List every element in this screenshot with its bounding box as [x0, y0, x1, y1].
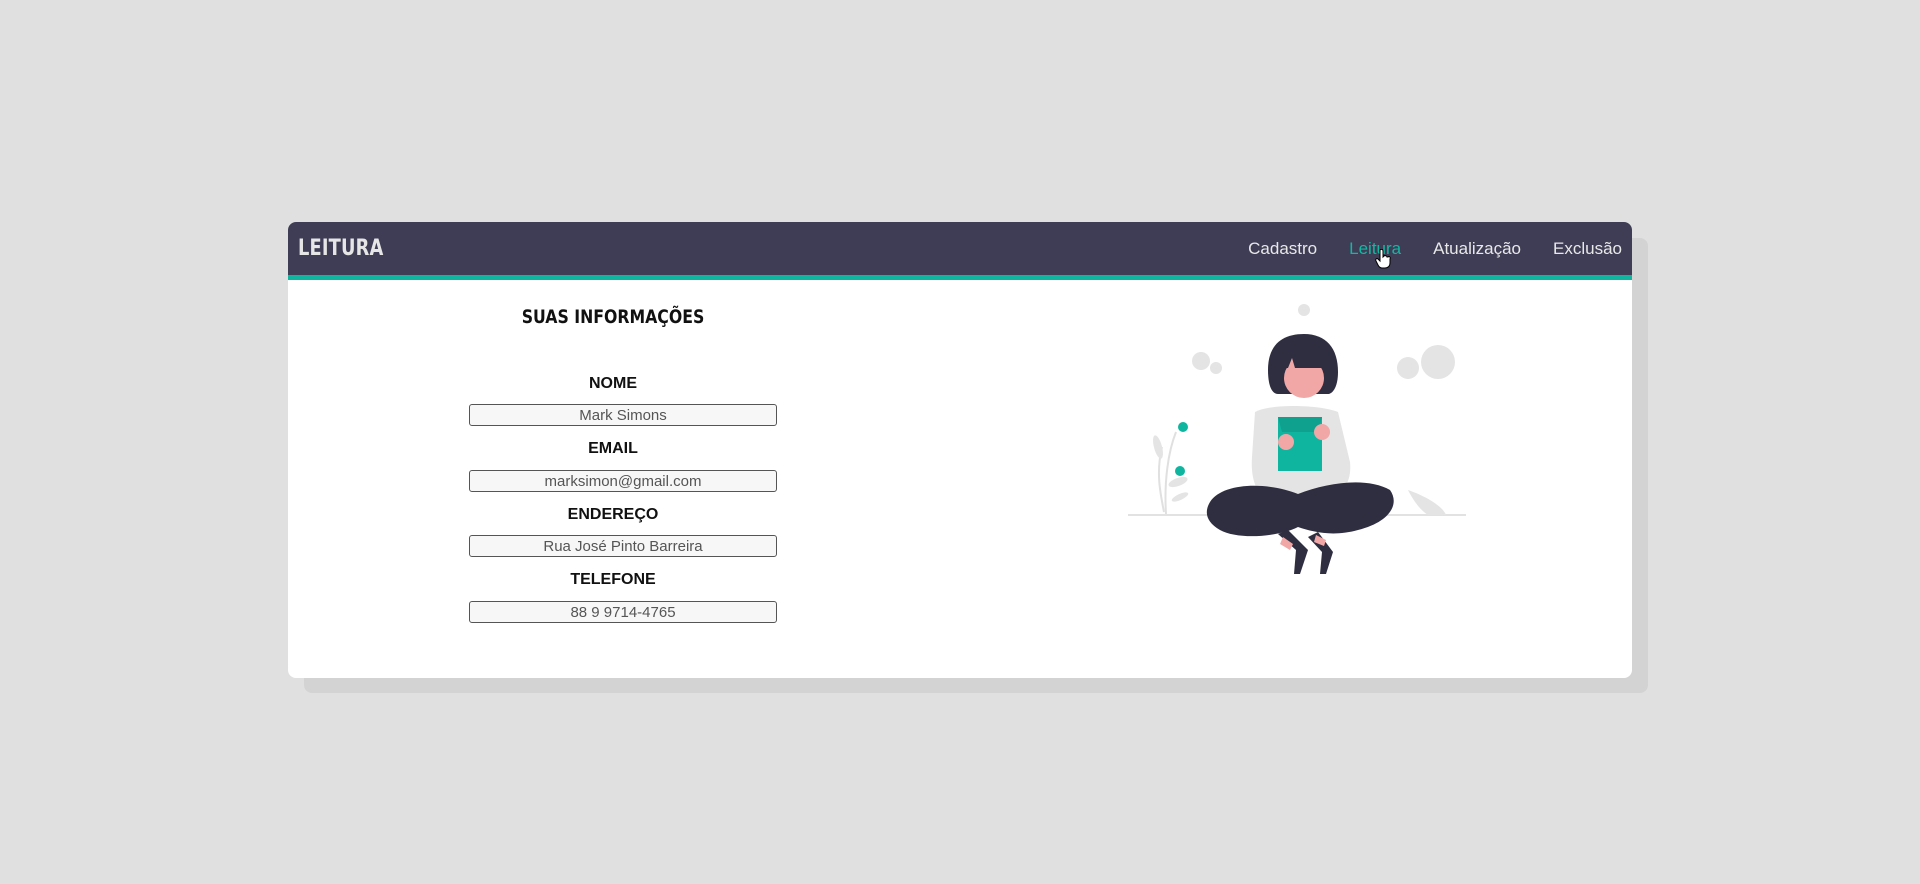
nav-link-exclusao[interactable]: Exclusão	[1553, 239, 1622, 259]
hand-cursor-icon	[1375, 249, 1391, 269]
email-label: EMAIL	[588, 440, 638, 457]
nav-link-atualizacao[interactable]: Atualização	[1433, 239, 1521, 259]
page-title: LEITURA	[298, 236, 384, 261]
email-field[interactable]	[469, 470, 777, 492]
woman-reading-illustration	[1128, 304, 1466, 574]
telefone-label: TELEFONE	[570, 571, 656, 588]
endereco-label: ENDEREÇO	[567, 506, 659, 523]
info-form: SUAS INFORMAÇÕES NOME EMAIL ENDEREÇO TEL…	[288, 280, 938, 678]
endereco-field[interactable]	[469, 535, 777, 557]
navbar: LEITURA Cadastro Leitura Atualização Exc…	[288, 222, 1632, 280]
nome-label: NOME	[589, 375, 637, 392]
section-title: SUAS INFORMAÇÕES	[521, 306, 705, 328]
nav-link-cadastro[interactable]: Cadastro	[1248, 239, 1317, 259]
main-card: LEITURA Cadastro Leitura Atualização Exc…	[288, 222, 1632, 678]
nav-menu: Cadastro Leitura Atualização Exclusão	[1216, 239, 1622, 259]
telefone-field[interactable]	[469, 601, 777, 623]
nome-field[interactable]	[469, 404, 777, 426]
